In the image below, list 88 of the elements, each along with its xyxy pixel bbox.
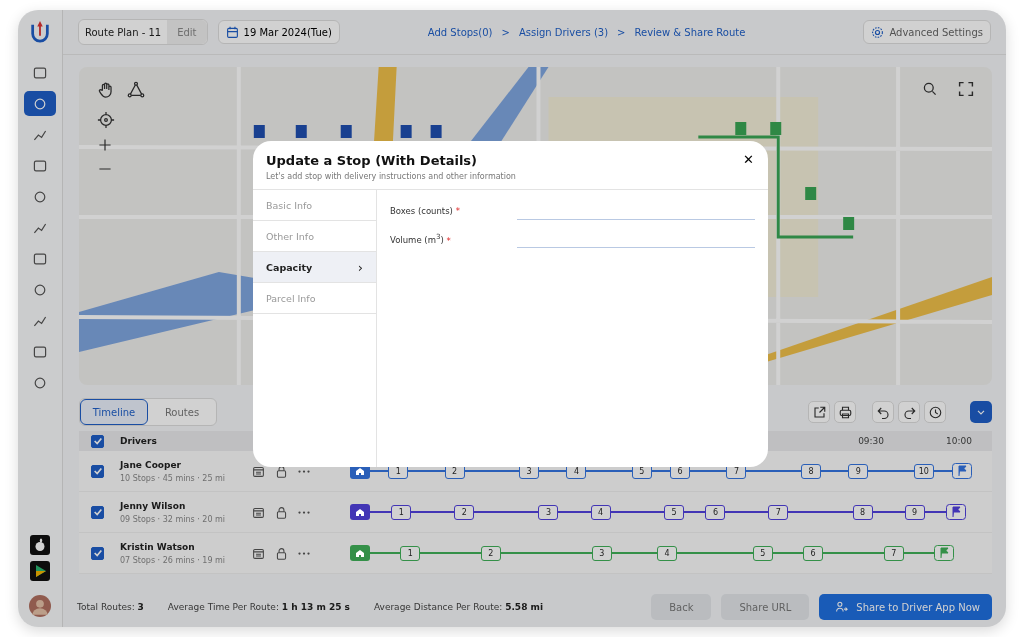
apple-store-icon[interactable] [30,535,50,555]
avatar[interactable] [29,595,51,617]
stop-marker[interactable]: 1 [400,545,421,561]
route-stat: Average Time Per Route: 1 h 13 m 25 s [167,602,350,612]
flag-icon[interactable] [951,463,972,479]
field-label: Volume (m$^{3}$) * [390,232,452,246]
printer-icon [837,404,853,420]
home-marker-icon[interactable] [350,545,370,561]
more-icon[interactable] [298,509,310,515]
checkbox[interactable] [91,464,104,478]
stop-marker[interactable]: 4 [657,545,678,561]
hand-icon[interactable] [97,81,115,99]
stop-marker[interactable]: 2 [454,504,475,520]
sidebar-item[interactable] [24,91,56,116]
dialog-title: Update a Stop (With Details) [266,153,479,168]
export-button[interactable] [808,401,830,423]
route-summary: 09 Stops · 32 mins · 20 mi [120,514,227,524]
stop-marker[interactable]: 7 [768,504,789,520]
stop-marker[interactable]: 1 [391,504,412,520]
view-tab[interactable]: Routes [148,399,216,425]
route-summary: 10 Stops · 45 mins · 25 mi [120,473,227,483]
locate-icon[interactable] [97,111,115,129]
driver-name: Kristin Watson [120,541,196,552]
redo-button[interactable] [898,401,920,423]
stop-marker[interactable]: 6 [705,504,726,520]
lock-icon[interactable] [275,464,288,478]
polygon-icon[interactable] [127,81,145,99]
checkbox[interactable] [91,505,104,519]
driver-name: Jenny Wilson [120,500,187,511]
more-icon[interactable] [298,468,310,474]
step-separator: > [501,26,510,38]
view-tab[interactable]: Timeline [80,399,148,425]
print-button[interactable] [834,401,856,423]
calendar-icon [225,25,239,39]
route-plan-selector[interactable]: Route Plan - 11 Edit [78,19,208,45]
time-label: 10:00 [946,436,972,446]
stop-marker[interactable]: 8 [852,504,873,520]
export-icon [811,404,827,420]
stop-marker[interactable]: 5 [664,504,685,520]
wizard-step-link[interactable]: Review & Share Route [634,26,746,38]
stop-marker[interactable]: 5 [752,545,773,561]
calendar-icon[interactable] [252,464,265,478]
home-marker-icon[interactable] [350,504,370,520]
section-tab[interactable]: Capacity › [253,252,376,283]
stop-marker[interactable]: 7 [883,545,904,561]
advanced-settings-button[interactable]: Advanced Settings [863,20,991,44]
stop-marker[interactable]: 3 [591,545,612,561]
driver-name: Jane Cooper [120,459,183,470]
date-picker[interactable]: 19 Mar 2024(Tue) [217,20,340,44]
calendar-icon[interactable] [252,505,265,519]
fullscreen-icon[interactable] [958,81,974,97]
checkbox[interactable] [91,434,104,448]
search-icon[interactable] [922,81,938,97]
dialog-subtitle: Let's add stop with delivery instructions and other information [266,172,516,181]
stop-marker[interactable]: 3 [538,504,559,520]
stop-marker[interactable]: 6 [803,545,824,561]
share-button[interactable]: Share to Driver App Now [819,594,992,620]
collapse-button[interactable] [970,401,992,423]
wizard-step-link[interactable]: Add Stops(0) [427,26,493,38]
checkbox[interactable] [91,546,104,560]
stop-marker[interactable]: 10 [913,463,934,479]
route-plan-name: Route Plan - 11 [85,26,162,38]
more-icon[interactable] [298,550,310,556]
time-label: 09:30 [858,436,885,446]
stop-marker[interactable]: 2 [480,545,501,561]
route-summary: 07 Stops · 26 mins · 19 mi [120,555,227,565]
stop-marker[interactable]: 4 [590,504,611,520]
clock-icon [927,404,943,420]
flag-icon[interactable] [934,545,954,561]
lock-icon[interactable] [275,505,288,519]
field-label: Boxes (counts) * [390,206,461,216]
history-button[interactable] [924,401,946,423]
lock-icon[interactable] [275,546,288,560]
stop-marker[interactable]: 9 [848,463,869,479]
step-separator: > [617,26,626,38]
driver-icon [835,600,849,614]
close-button[interactable]: ✕ [743,153,754,166]
column-header: Drivers [120,436,157,446]
play-store-icon[interactable] [30,561,50,581]
route-stat: Average Distance Per Route: 5.58 mi [373,602,543,612]
route-stat: Total Routes: 3 [77,602,144,612]
stop-marker[interactable]: 9 [904,504,925,520]
calendar-icon[interactable] [252,546,265,560]
undo-button[interactable] [872,401,894,423]
flag-icon[interactable] [946,504,966,520]
stop-marker[interactable]: 8 [801,463,822,479]
zoom-in-icon[interactable] [97,137,113,153]
wizard-step-link[interactable]: Assign Drivers (3) [518,26,609,38]
